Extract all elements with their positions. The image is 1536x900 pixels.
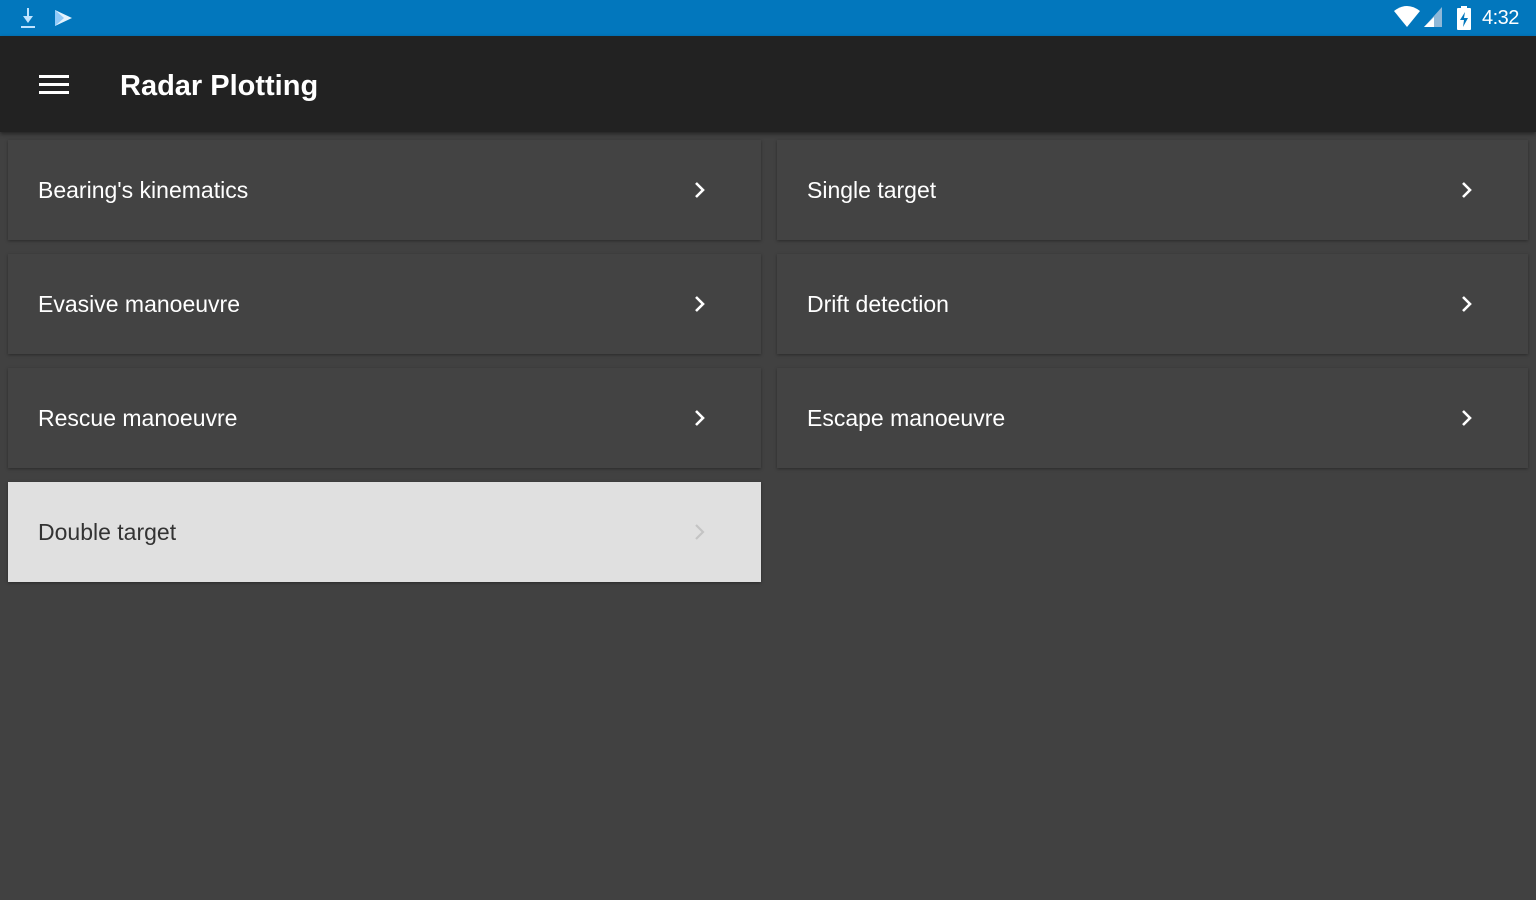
page-title: Radar Plotting	[120, 70, 319, 102]
menu-item-label: Evasive manoeuvre	[38, 291, 240, 317]
chevron-right-icon	[1462, 410, 1472, 426]
menu-item-double-target[interactable]: Double target	[8, 482, 761, 582]
status-bar: 4:32	[0, 0, 1536, 36]
chevron-right-icon	[695, 182, 705, 198]
menu-item-label: Single target	[807, 177, 937, 203]
chevron-right-icon	[695, 524, 705, 540]
menu-item-label: Bearing's kinematics	[38, 177, 249, 203]
menu-item-bearings-kinematics[interactable]: Bearing's kinematics	[8, 140, 761, 240]
chevron-right-icon	[1462, 182, 1472, 198]
battery-icon	[1457, 6, 1471, 30]
chevron-right-icon	[695, 410, 705, 426]
menu-item-single-target[interactable]: Single target	[777, 140, 1528, 240]
menu-item-escape-manoeuvre[interactable]: Escape manoeuvre	[777, 368, 1528, 468]
hamburger-menu-icon	[39, 75, 69, 94]
menu-item-label: Escape manoeuvre	[807, 405, 1006, 431]
clock: 4:32	[1482, 7, 1519, 29]
wifi-icon	[1394, 6, 1420, 27]
menu-item-drift-detection[interactable]: Drift detection	[777, 254, 1528, 354]
app-bar: Radar Plotting	[0, 36, 1536, 132]
menu-item-rescue-manoeuvre[interactable]: Rescue manoeuvre	[8, 368, 761, 468]
chevron-right-icon	[695, 296, 705, 312]
play-store-icon	[55, 10, 72, 26]
menu-item-label: Double target	[38, 519, 177, 545]
menu-item-label: Drift detection	[807, 291, 949, 317]
menu-item-evasive-manoeuvre[interactable]: Evasive manoeuvre	[8, 254, 761, 354]
signal-icon	[1424, 7, 1442, 27]
chevron-right-icon	[1462, 296, 1472, 312]
menu-button[interactable]	[24, 60, 84, 110]
download-icon	[21, 8, 35, 28]
menu-item-label: Rescue manoeuvre	[38, 405, 238, 431]
